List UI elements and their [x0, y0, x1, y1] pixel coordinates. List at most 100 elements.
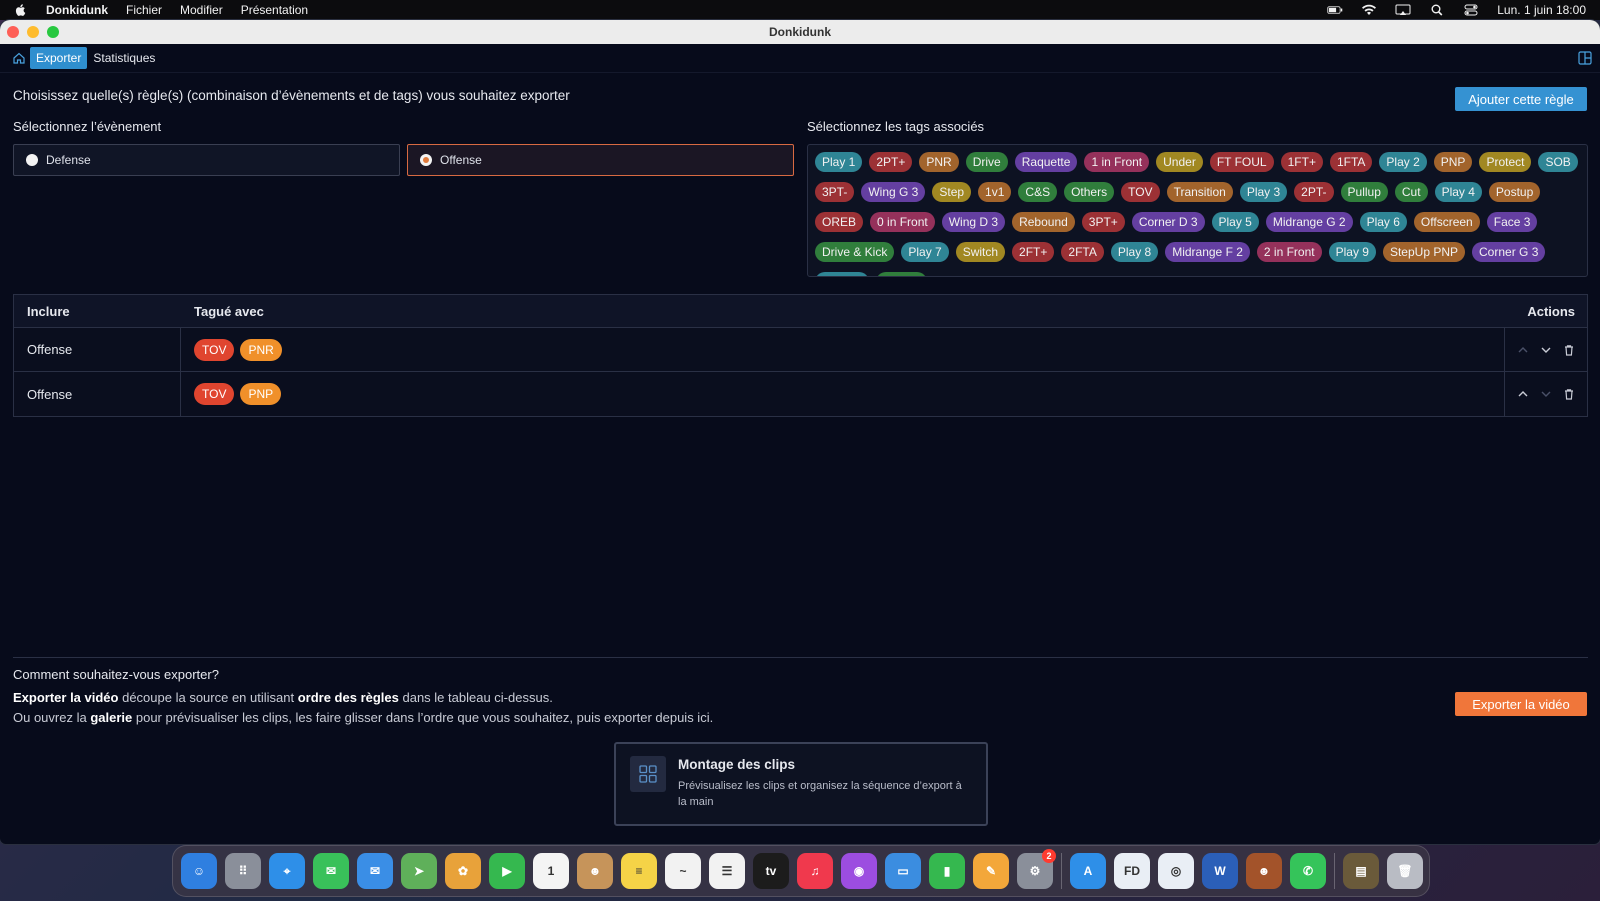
move-down-icon[interactable] — [1540, 388, 1552, 400]
tag-chip[interactable]: TOV — [1121, 182, 1160, 202]
calendar-icon[interactable]: 1 — [533, 853, 569, 889]
menu-fichier[interactable]: Fichier — [126, 3, 162, 17]
tag-chip[interactable]: Step — [932, 182, 972, 202]
downloads-stack-icon[interactable]: ▤ — [1343, 853, 1379, 889]
tag-chip[interactable]: SOB — [1538, 152, 1578, 172]
tag-chip[interactable]: Midrange G 2 — [1265, 212, 1353, 232]
chrome-icon[interactable]: ◎ — [1158, 853, 1194, 889]
tag-chip[interactable]: 2FTA — [1061, 242, 1104, 262]
tag-chip[interactable]: Play 3 — [1239, 182, 1288, 202]
tag-chip[interactable]: Drive — [965, 152, 1008, 172]
export-video-button[interactable]: Exporter la vidéo — [1455, 692, 1587, 716]
minimize-window-button[interactable] — [27, 26, 39, 38]
panel-layout-icon[interactable] — [1578, 51, 1592, 65]
move-up-icon[interactable] — [1517, 388, 1529, 400]
tag-chip[interactable]: 3PT- — [815, 182, 855, 202]
tag-chip[interactable]: Play 6 — [1359, 212, 1407, 232]
zoom-window-button[interactable] — [47, 26, 59, 38]
pages-icon[interactable]: ✎ — [973, 853, 1009, 889]
tag-chip[interactable]: 0 in Front — [870, 212, 935, 232]
tag-chip[interactable]: Postup — [1488, 182, 1541, 202]
tag-chip[interactable]: 1v1 — [978, 182, 1012, 202]
tag-chip[interactable]: Midrange F 2 — [1165, 242, 1250, 262]
wifi-icon[interactable] — [1361, 4, 1377, 16]
tag-chip[interactable]: Wing G 3 — [861, 182, 926, 202]
fd-icon[interactable]: FD — [1114, 853, 1150, 889]
tag-chip[interactable]: Play 9 — [1328, 242, 1376, 262]
tag-chip[interactable]: OREB — [815, 212, 864, 232]
radio-button[interactable] — [26, 154, 38, 166]
freeform-icon[interactable]: ~ — [665, 853, 701, 889]
tag-chip[interactable]: Postup — [876, 272, 928, 276]
clip-montage-card[interactable]: Montage des clips Prévisualisez les clip… — [614, 742, 988, 826]
tag-chip[interactable]: Raquette — [1014, 152, 1078, 172]
tag-chip[interactable]: Switch — [955, 242, 1006, 262]
tag-chip[interactable]: FT FOUL — [1209, 152, 1274, 172]
tag-chip[interactable]: StepUp PNP — [1382, 242, 1466, 262]
tag-chip[interactable]: Offscreen — [1413, 212, 1480, 232]
tag-chip[interactable]: C&S — [1018, 182, 1058, 202]
add-rule-button[interactable]: Ajouter cette règle — [1455, 87, 1587, 111]
tag-chip[interactable]: Play 2 — [1379, 152, 1427, 172]
system-settings-icon[interactable]: ⚙ 2 — [1017, 849, 1056, 889]
reminders-icon[interactable]: ☰ — [709, 853, 745, 889]
menu-app-name[interactable]: Donkidunk — [46, 3, 108, 17]
control-center-icon[interactable] — [1463, 4, 1479, 16]
tag-chip[interactable]: 3PT+ — [1081, 212, 1125, 232]
tag-chip[interactable]: Cut — [1394, 182, 1428, 202]
tag-chip[interactable]: Play 10 — [815, 272, 870, 276]
radio-button-selected[interactable] — [420, 154, 432, 166]
home-icon[interactable] — [12, 51, 26, 65]
finder-icon[interactable]: ☺ — [181, 853, 217, 889]
tag-chip[interactable]: 2 in Front — [1256, 242, 1322, 262]
tag-chip[interactable]: Play 5 — [1211, 212, 1259, 232]
tag-chip[interactable]: 2PT- — [1294, 182, 1334, 202]
tag-chip[interactable]: Corner G 3 — [1472, 242, 1546, 262]
tag-chip[interactable]: Wing D 3 — [941, 212, 1006, 232]
move-down-icon[interactable] — [1540, 344, 1552, 356]
event-option-defense[interactable]: Defense — [13, 144, 400, 176]
app-store-icon[interactable]: A — [1070, 853, 1106, 889]
tv-icon[interactable]: tv — [753, 853, 789, 889]
tag-chip[interactable]: Corner D 3 — [1131, 212, 1205, 232]
mail-icon[interactable]: ✉ — [357, 853, 393, 889]
donkidunk-icon[interactable]: ☻ — [1246, 853, 1282, 889]
trash-icon[interactable]: 🗑 — [1387, 853, 1423, 889]
delete-rule-icon[interactable] — [1563, 388, 1575, 400]
tag-chip[interactable]: Under — [1156, 152, 1203, 172]
launchpad-icon[interactable]: ⠿ — [225, 853, 261, 889]
tag-chip[interactable]: PNR — [919, 152, 959, 172]
tag-chip[interactable]: Play 4 — [1434, 182, 1482, 202]
photos-icon[interactable]: ✿ — [445, 853, 481, 889]
numbers-icon[interactable]: ▮ — [929, 853, 965, 889]
tab-statistiques[interactable]: Statistiques — [87, 47, 161, 69]
tag-chip[interactable]: Face 3 — [1486, 212, 1538, 232]
notes-icon[interactable]: ≡ — [621, 853, 657, 889]
tag-chip[interactable]: Others — [1064, 182, 1115, 202]
tag-chip[interactable]: Play 1 — [815, 152, 863, 172]
messages-icon[interactable]: ✉ — [313, 853, 349, 889]
tag-chip[interactable]: Pullup — [1340, 182, 1388, 202]
tag-chip[interactable]: Drive & Kick — [815, 242, 895, 262]
screen-mirroring-icon[interactable] — [1395, 4, 1411, 16]
facetime-icon[interactable]: ▶ — [489, 853, 525, 889]
contacts-icon[interactable]: ☻ — [577, 853, 613, 889]
move-up-icon[interactable] — [1517, 344, 1529, 356]
tag-chip[interactable]: Play 7 — [901, 242, 949, 262]
maps-icon[interactable]: ➤ — [401, 853, 437, 889]
music-icon[interactable]: ♫ — [797, 853, 833, 889]
tag-chip[interactable]: 2PT+ — [869, 152, 913, 172]
whatsapp-icon[interactable]: ✆ — [1290, 853, 1326, 889]
safari-icon[interactable]: ⌖ — [269, 853, 305, 889]
podcasts-icon[interactable]: ◉ — [841, 853, 877, 889]
spotlight-search-icon[interactable] — [1429, 4, 1445, 16]
tag-chip[interactable]: 1FTA — [1329, 152, 1373, 172]
menu-clock[interactable]: Lun. 1 juin 18:00 — [1497, 3, 1586, 17]
tag-chip[interactable]: Rebound — [1012, 212, 1075, 232]
tag-chip[interactable]: Protect — [1479, 152, 1532, 172]
tag-chip[interactable]: Play 8 — [1110, 242, 1159, 262]
menu-presentation[interactable]: Présentation — [241, 3, 308, 17]
battery-icon[interactable] — [1327, 4, 1343, 16]
close-window-button[interactable] — [7, 26, 19, 38]
delete-rule-icon[interactable] — [1563, 344, 1575, 356]
